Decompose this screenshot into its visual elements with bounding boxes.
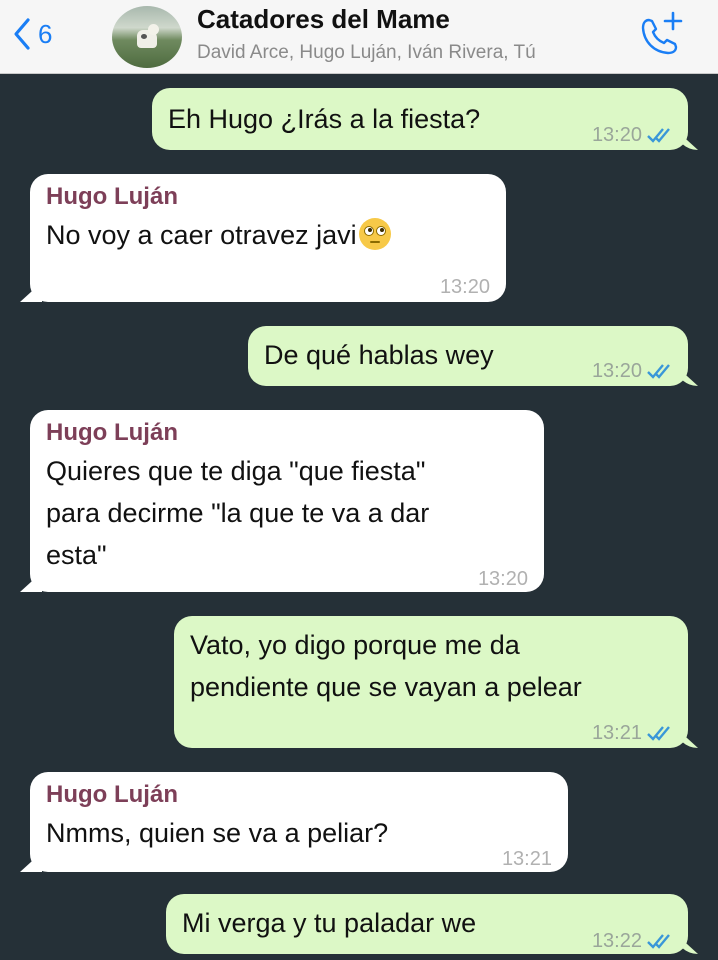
message-time: 13:20 [591,360,642,382]
message-time: 13:22 [591,930,642,952]
double-check-icon [647,364,670,379]
message-bubble-incoming[interactable]: Hugo Luján Nmms, quien se va a peliar? 1… [30,772,568,872]
chevron-left-icon [14,18,30,50]
avatar-dog-spot [141,34,147,39]
message-meta: 13:22 [592,920,674,960]
message-text-line: esta" [46,540,107,570]
double-check-icon [647,726,670,741]
message-meta: 13:20 [592,114,674,156]
message-meta: 13:20 [478,558,528,600]
add-call-icon[interactable] [634,8,686,60]
message-bubble-outgoing[interactable]: Eh Hugo ¿Irás a la fiesta? 13:20 [152,88,688,150]
message-text-content: No voy a caer otravez javi [46,220,357,250]
group-avatar[interactable] [112,6,182,68]
message-meta: 13:20 [440,266,490,308]
message-bubble-incoming[interactable]: Hugo Luján Quieres que te diga "que fies… [30,410,544,592]
group-title[interactable]: Catadores del Mame [197,4,450,35]
back-button[interactable]: 6 [10,12,80,56]
message-bubble-outgoing[interactable]: De qué hablas wey 13:20 [248,326,688,386]
sender-name: Hugo Luján [46,183,178,210]
double-check-icon [647,128,670,143]
message-time: 13:20 [591,124,642,146]
message-bubble-outgoing[interactable]: Vato, yo digo porque me da pendiente que… [174,616,688,748]
message-text-line: Quieres que te diga "que fiesta" [46,456,426,486]
message-meta: 13:21 [502,838,552,880]
message-time: 13:20 [439,276,490,298]
double-check-icon [647,934,670,949]
message-bubble-outgoing[interactable]: Mi verga y tu paladar we 13:22 [166,894,688,954]
sender-name: Hugo Luján [46,781,178,808]
message-time: 13:20 [477,568,528,590]
face-with-rolling-eyes-icon [358,218,391,250]
message-text-line: pendiente que se vayan a pelear [190,672,582,702]
sender-name: Hugo Luján [46,419,178,446]
message-text: No voy a caer otravez javi [46,214,490,256]
message-bubble-incoming[interactable]: Hugo Luján No voy a caer otravez javi 13… [30,174,506,302]
avatar-dog-head [148,24,159,35]
message-meta: 13:20 [592,350,674,392]
message-text-line: Vato, yo digo porque me da [190,630,520,660]
message-text: Nmms, quien se va a peliar? [46,818,389,848]
message-time: 13:21 [501,848,552,870]
chat-header: 6 Catadores del Mame David Arce, Hugo Lu… [0,0,718,74]
group-members[interactable]: David Arce, Hugo Luján, Iván Rivera, Tú [197,42,536,64]
message-text-line: para decirme "la que te va a dar [46,498,430,528]
unread-count: 6 [38,18,53,49]
message-meta: 13:21 [592,712,674,754]
message-time: 13:21 [591,722,642,744]
